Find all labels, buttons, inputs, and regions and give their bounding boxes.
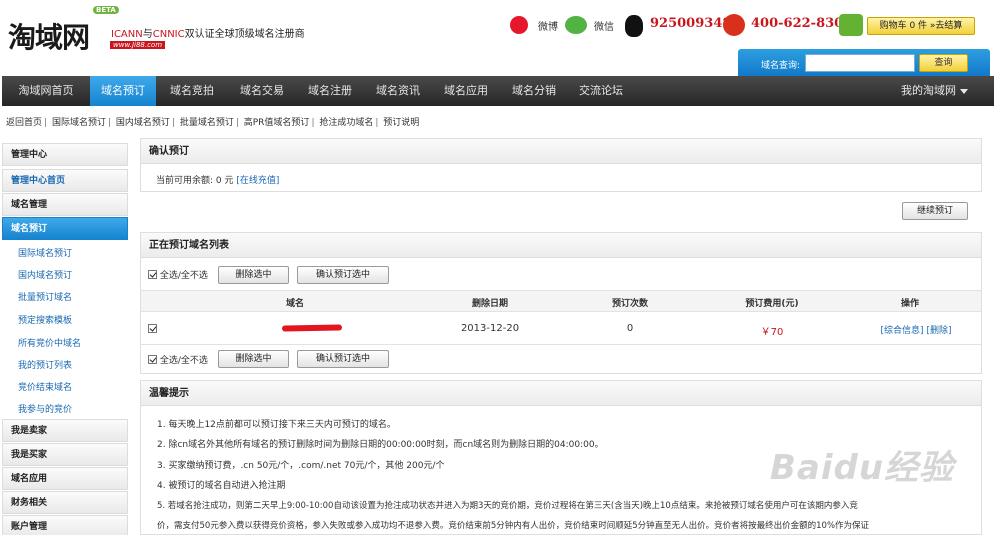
logo-url: www.Ji88.com — [110, 41, 166, 49]
balance-text: 当前可用余额: 0 元 — [156, 176, 234, 186]
sidebar-domain-reserve[interactable]: 域名预订 — [2, 217, 128, 240]
confirm-selected-button-bottom[interactable]: 确认预订选中 — [297, 350, 389, 368]
delete-selected-button-bottom[interactable]: 删除选中 — [218, 350, 289, 368]
phone-icon — [723, 14, 745, 36]
nav-domain-apps[interactable]: 域名应用 — [432, 76, 500, 106]
cart-button[interactable]: 购物车 0 件 »去结算 — [867, 17, 975, 35]
search-button[interactable]: 查询 — [919, 54, 968, 72]
beta-badge: BETA — [93, 6, 119, 14]
tagline-mid: 与 — [142, 29, 153, 40]
weibo-icon[interactable] — [510, 16, 528, 34]
tagline-suffix: 双认证全球顶级域名注册商 — [184, 29, 305, 40]
wechat-link[interactable]: 微信 — [594, 18, 614, 33]
my-account-menu[interactable]: 我的淘域网 — [901, 76, 968, 106]
nav-domain-reserve[interactable]: 域名预订 — [90, 76, 156, 106]
qq-icon[interactable] — [625, 15, 643, 37]
tip-line-2: 2. 除cn域名外其他所有域名的预订删除时间为删除日期的00:00:00时刻，而… — [157, 440, 604, 450]
tip-line-1: 1. 每天晚上12点前都可以预订接下来三天内可预订的域名。 — [157, 420, 396, 430]
breadcrumb-domestic[interactable]: 国内域名预订 — [116, 118, 170, 128]
sidebar-sub-batch[interactable]: 批量预订域名 — [18, 290, 72, 303]
nav-domain-register[interactable]: 域名注册 — [296, 76, 364, 106]
breadcrumb-intl[interactable]: 国际域名预订 — [52, 118, 106, 128]
sidebar-seller[interactable]: 我是卖家 — [2, 419, 128, 442]
tagline-icann: ICANN — [111, 29, 143, 40]
sidebar-buyer[interactable]: 我是买家 — [2, 443, 128, 466]
balance-line: 当前可用余额: 0 元 [在线充值] — [156, 173, 279, 186]
confirm-panel-title: 确认预订 — [141, 139, 981, 164]
col-domain: 域名 — [285, 299, 304, 309]
table-row — [141, 313, 981, 345]
sidebar-sub-ended[interactable]: 竞价结束域名 — [18, 380, 72, 393]
nav-domain-trade[interactable]: 域名交易 — [228, 76, 296, 106]
sidebar-sub-bidding[interactable]: 所有竞价中域名 — [18, 336, 81, 349]
select-all-checkbox-bottom[interactable] — [148, 355, 157, 364]
col-reserve-count: 预订次数 — [611, 299, 648, 309]
main-nav: 淘域网首页 域名预订 域名竞拍 域名交易 域名注册 域名资讯 域名应用 域名分销… — [2, 76, 994, 106]
select-all-label-top: 全选/全不选 — [159, 271, 208, 281]
nav-forum[interactable]: 交流论坛 — [568, 76, 634, 106]
nav-home[interactable]: 淘域网首页 — [2, 76, 90, 106]
row-reserve-fee: ￥70 — [760, 327, 784, 338]
nav-domain-distribution[interactable]: 域名分销 — [500, 76, 568, 106]
wechat-icon[interactable] — [565, 16, 587, 34]
row-checkbox[interactable] — [148, 324, 157, 333]
sidebar-manage-center[interactable]: 管理中心 — [2, 143, 128, 166]
delete-selected-button-top[interactable]: 删除选中 — [218, 266, 289, 284]
select-all-label-bottom: 全选/全不选 — [159, 356, 208, 366]
site-logo[interactable]: 淘域网 — [8, 16, 90, 56]
breadcrumb-batch[interactable]: 批量域名预订 — [180, 118, 234, 128]
weibo-link[interactable]: 微博 — [538, 18, 558, 33]
tagline-cnnic: CNNIC — [152, 29, 185, 40]
breadcrumb-success[interactable]: 抢注成功域名 — [319, 118, 373, 128]
breadcrumb-home[interactable]: 返回首页 — [6, 118, 42, 128]
tip-line-6: 价，需支付50元参入费以获得竞价资格，参入失败或参入成功均不退参入费。竞价结束前… — [157, 521, 870, 531]
search-label: 域名查询: — [761, 61, 801, 71]
nav-domain-news[interactable]: 域名资讯 — [364, 76, 432, 106]
row-delete-date: 2013-12-20 — [460, 323, 520, 334]
phone-number: 400-622-8300 — [751, 16, 853, 31]
qq-number[interactable]: 925009348 — [650, 16, 731, 31]
sidebar-domain-apps[interactable]: 域名应用 — [2, 467, 128, 490]
breadcrumb: 返回首页 | 国际域名预订 | 国内域名预订 | 批量域名预订 | 高PR值域名预订 | … — [6, 118, 420, 128]
row-delete-link[interactable]: [删除] — [926, 326, 951, 336]
redacted-domain-mark — [281, 324, 343, 332]
select-all-checkbox-top[interactable] — [148, 270, 157, 279]
sidebar-sub-my-bids[interactable]: 我参与的竞价 — [18, 402, 72, 415]
sidebar-domain-manage[interactable]: 域名管理 — [2, 193, 128, 216]
sidebar-sub-my-list[interactable]: 我的预订列表 — [18, 358, 72, 371]
tip-line-4: 4. 被预订的域名自动进入抢注期 — [157, 481, 286, 491]
tip-line-3: 3. 买家缴纳预订费，.cn 50元/个，.com/.net 70元/个，其他 … — [157, 461, 445, 471]
breadcrumb-instructions[interactable]: 预订说明 — [383, 118, 419, 128]
breadcrumb-high-pr[interactable]: 高PR值域名预订 — [244, 118, 310, 128]
col-reserve-fee: 预订费用(元) — [745, 299, 799, 309]
reserve-list-title: 正在预订域名列表 — [141, 233, 981, 258]
col-delete-date: 删除日期 — [471, 299, 508, 309]
site-tagline: ICANN与CNNIC双认证全球顶级域名注册商 — [111, 25, 305, 40]
sidebar-sub-intl[interactable]: 国际域名预订 — [18, 246, 72, 259]
row-reserve-count: 0 — [626, 323, 634, 334]
row-actions: [综合信息] [删除] — [866, 323, 966, 336]
baidu-watermark: Baidu经验 — [770, 448, 955, 488]
sidebar-sub-search-template[interactable]: 预定搜索模板 — [18, 313, 72, 326]
sidebar-account[interactable]: 账户管理 — [2, 515, 128, 535]
col-actions: 操作 — [900, 299, 919, 309]
row-info-link[interactable]: [综合信息] — [881, 326, 924, 336]
sidebar-manage-home[interactable]: 管理中心首页 — [2, 169, 128, 192]
sidebar-finance[interactable]: 财务相关 — [2, 491, 128, 514]
confirm-panel: 确认预订 当前可用余额: 0 元 [在线充值] — [140, 138, 982, 192]
nav-domain-auction[interactable]: 域名竞拍 — [156, 76, 228, 106]
confirm-selected-button-top[interactable]: 确认预订选中 — [297, 266, 389, 284]
tips-title: 温馨提示 — [141, 381, 981, 406]
select-all-bottom[interactable]: 全选/全不选 — [148, 353, 208, 366]
cart-icon[interactable] — [839, 14, 863, 36]
continue-reserve-button[interactable]: 继续预订 — [902, 202, 968, 220]
recharge-link[interactable]: [在线充值] — [236, 176, 279, 186]
select-all-top[interactable]: 全选/全不选 — [148, 268, 208, 281]
domain-search-input[interactable] — [805, 54, 915, 72]
tip-line-5: 5. 若域名抢注成功，则第二天早上9:00-10:00自动该设置为抢注成功状态并… — [157, 501, 858, 511]
sidebar-sub-domestic[interactable]: 国内域名预订 — [18, 268, 72, 281]
